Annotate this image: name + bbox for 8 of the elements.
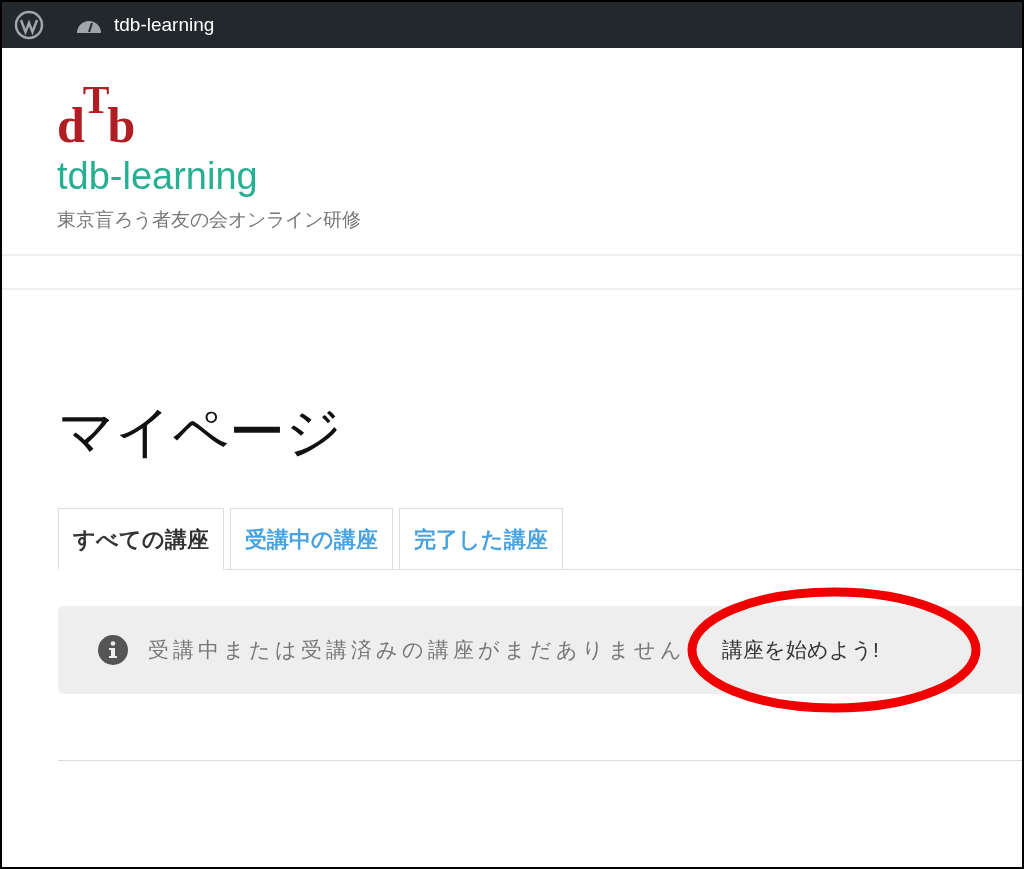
start-course-link[interactable]: 講座を始めよう!	[722, 638, 879, 662]
page-title: マイページ	[58, 400, 343, 464]
site-tagline: 東京盲ろう者友の会オンライン研修	[57, 208, 362, 232]
info-icon	[98, 635, 128, 665]
wordpress-logo-icon[interactable]	[14, 10, 44, 40]
notice-message: 受講中または受講済みの講座がまだありません	[148, 637, 686, 664]
tab[interactable]: すべての講座	[58, 508, 224, 570]
site-name-link[interactable]: tdb-learning	[114, 10, 215, 40]
